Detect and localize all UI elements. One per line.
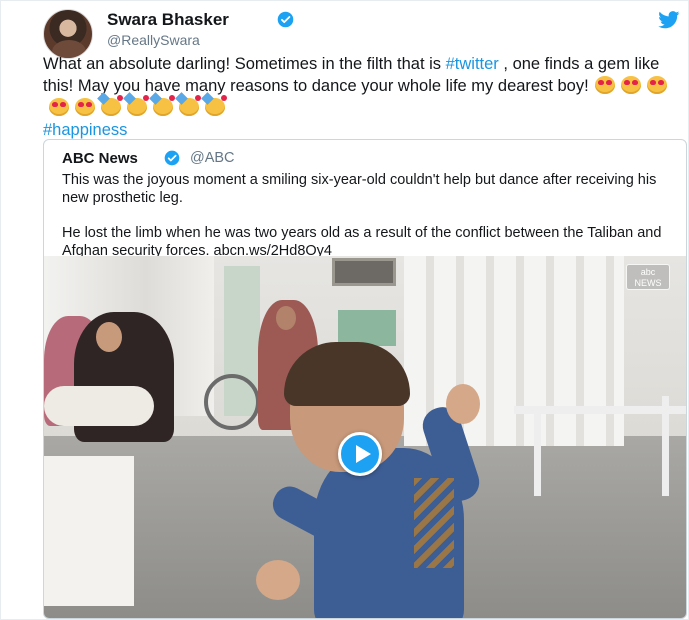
party-face-emoji-icon [179, 95, 201, 116]
quoted-tweet-text: This was the joyous moment a smiling six… [62, 171, 672, 260]
quoted-paragraph-2: He lost the limb when he was two years o… [62, 225, 662, 259]
hashtag-happiness-link[interactable]: #happiness [43, 121, 127, 139]
heart-eyes-emoji-icon [620, 76, 641, 94]
party-face-emoji-icon [127, 95, 149, 116]
heart-eyes-emoji-icon [646, 76, 667, 94]
quoted-tweet-card[interactable]: ABC News @ABC This was the joyous moment… [43, 139, 687, 619]
video-frame-wheelchair [204, 374, 260, 430]
tweet-text: What an absolute darling! Sometimes in t… [43, 53, 683, 141]
verified-badge-icon [277, 11, 294, 28]
play-icon [356, 445, 371, 463]
video-frame-boy-hand [256, 560, 300, 600]
watermark-bottom-text: NEWS [634, 278, 662, 288]
heart-eyes-emoji-icon [594, 76, 615, 94]
verified-badge-icon [164, 150, 180, 166]
heart-eyes-emoji-icon [75, 98, 95, 116]
video-frame-panel [338, 310, 396, 346]
watermark-top-text: abc [640, 267, 656, 277]
video-frame-bed [44, 456, 134, 606]
author-name[interactable]: Swara Bhasker [107, 10, 229, 30]
tweet-card: Swara Bhasker @ReallySwara What an absol… [0, 0, 689, 620]
play-button[interactable] [338, 432, 382, 476]
video-frame-face [96, 322, 122, 352]
heart-eyes-emoji-icon [49, 98, 69, 116]
twitter-bird-icon[interactable] [658, 11, 680, 29]
video-player[interactable]: abc NEWS [44, 256, 686, 618]
abc-news-watermark-logo: abc NEWS [626, 264, 670, 290]
video-frame-embroidery [414, 478, 454, 568]
author-handle[interactable]: @ReallySwara [107, 32, 200, 48]
quoted-author-handle[interactable]: @ABC [190, 150, 235, 166]
video-frame-window [332, 258, 396, 286]
party-face-emoji-icon [205, 95, 227, 116]
video-frame-blanket [44, 386, 154, 426]
quoted-author-name[interactable]: ABC News [62, 150, 138, 167]
quoted-paragraph-1: This was the joyous moment a smiling six… [62, 172, 657, 206]
tweet-text-part-1: What an absolute darling! Sometimes in t… [43, 55, 446, 73]
party-face-emoji-icon [153, 95, 175, 116]
avatar[interactable] [43, 9, 93, 59]
video-frame-boy-hand [446, 384, 480, 424]
video-frame-rail [662, 396, 669, 496]
video-frame-rail [534, 406, 541, 496]
video-frame-face [276, 306, 296, 330]
hashtag-twitter-link[interactable]: #twitter [446, 55, 499, 73]
party-face-emoji-icon [101, 95, 123, 116]
